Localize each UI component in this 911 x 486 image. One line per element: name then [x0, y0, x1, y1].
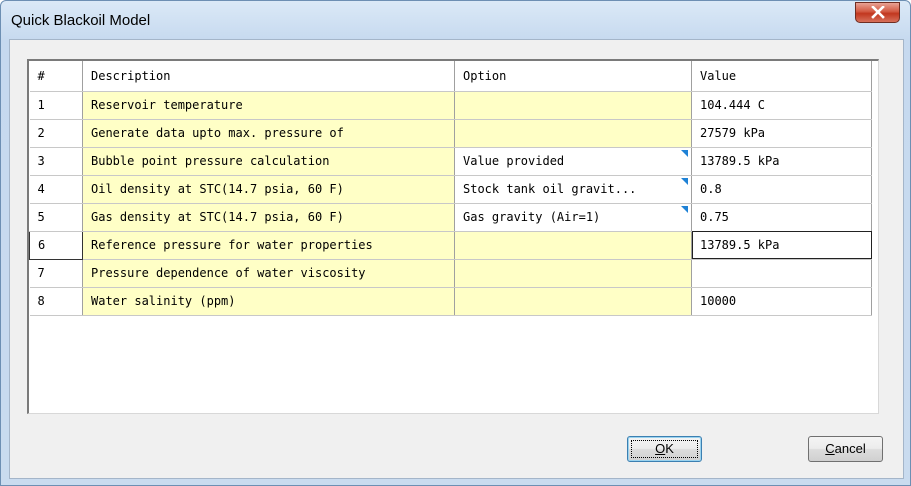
value-cell[interactable]	[691, 259, 872, 288]
option-text: Value provided	[463, 154, 565, 168]
description-text: Reference pressure for water properties	[91, 238, 373, 252]
row-number-cell[interactable]: 4	[29, 175, 83, 204]
row-number-text: 4	[37, 182, 45, 196]
value-text: 10000	[700, 294, 737, 308]
description-cell: Water salinity (ppm)	[82, 287, 455, 316]
header-value[interactable]: Value	[691, 61, 872, 92]
table-row[interactable]: 6 Reference pressure for water properties…	[29, 230, 872, 260]
header-option[interactable]: Option	[454, 61, 692, 92]
value-text: 27579 kPa	[700, 126, 766, 140]
description-text: Pressure dependence of water viscosity	[91, 266, 366, 280]
value-cell[interactable]: 0.75	[691, 203, 872, 232]
description-text: Generate data upto max. pressure of	[91, 126, 344, 140]
table-row[interactable]: 5 Gas density at STC(14.7 psia, 60 F) Gas …	[29, 203, 872, 232]
table-row[interactable]: 4 Oil density at STC(14.7 psia, 60 F) Stoc…	[29, 175, 872, 204]
row-number-text: 5	[37, 210, 45, 224]
value-text: 104.444 C	[700, 98, 766, 112]
option-text: Gas gravity (Air=1)	[463, 210, 601, 224]
dialog-window: Quick Blackoil Model # Description Optio…	[0, 0, 911, 486]
description-cell: Bubble point pressure calculation	[82, 147, 455, 176]
table-row[interactable]: 7 Pressure dependence of water viscosity	[29, 259, 872, 288]
description-cell: Gas density at STC(14.7 psia, 60 F)	[82, 203, 455, 232]
cancel-mnemonic: C	[825, 441, 835, 456]
description-text: Reservoir temperature	[91, 98, 243, 112]
table-row[interactable]: 8 Water salinity (ppm) 10000	[29, 287, 872, 316]
value-cell[interactable]: 13789.5 kPa	[691, 147, 872, 176]
value-text: 13789.5 kPa	[700, 154, 780, 168]
dialog-body: # Description Option Value 1 Reservoir te…	[9, 39, 904, 479]
value-cell[interactable]: 10000	[691, 287, 872, 316]
row-number-text: 7	[37, 266, 45, 280]
description-text: Gas density at STC(14.7 psia, 60 F)	[91, 210, 344, 224]
row-number-cell[interactable]: 3	[29, 147, 83, 176]
option-cell[interactable]: Value provided	[454, 147, 692, 176]
title-bar[interactable]: Quick Blackoil Model	[1, 1, 910, 39]
description-cell: Pressure dependence of water viscosity	[82, 259, 455, 288]
value-cell[interactable]: 104.444 C	[691, 91, 872, 120]
description-cell: Oil density at STC(14.7 psia, 60 F)	[82, 175, 455, 204]
header-row: # Description Option Value	[29, 61, 872, 92]
header-number[interactable]: #	[29, 61, 83, 92]
description-cell: Reference pressure for water properties	[82, 231, 455, 260]
value-cell[interactable]: 0.8	[691, 175, 872, 204]
option-cell[interactable]	[454, 91, 692, 120]
cancel-label: ancel	[834, 441, 866, 456]
ok-label: K	[665, 441, 674, 456]
ok-button[interactable]: OK	[627, 436, 702, 462]
option-cell[interactable]: Gas gravity (Air=1)	[454, 203, 692, 232]
row-number-cell[interactable]: 8	[29, 287, 83, 316]
option-cell[interactable]	[454, 119, 692, 148]
description-cell: Generate data upto max. pressure of	[82, 119, 455, 148]
cancel-button[interactable]: Cancel	[808, 436, 883, 462]
window-title: Quick Blackoil Model	[11, 12, 151, 29]
option-cell[interactable]	[454, 287, 692, 316]
description-cell: Reservoir temperature	[82, 91, 455, 120]
row-number-text: 8	[37, 294, 45, 308]
header-description[interactable]: Description	[82, 61, 455, 92]
ok-mnemonic: O	[655, 441, 666, 456]
row-number-text: 6	[38, 238, 46, 252]
row-number-text: 2	[37, 126, 45, 140]
description-text: Water salinity (ppm)	[91, 294, 236, 308]
value-text: 0.75	[700, 210, 729, 224]
description-text: Bubble point pressure calculation	[91, 154, 330, 168]
row-number-cell[interactable]: 6	[29, 230, 83, 260]
description-text: Oil density at STC(14.7 psia, 60 F)	[91, 182, 344, 196]
close-button[interactable]	[855, 2, 900, 23]
option-cell[interactable]	[454, 259, 692, 288]
option-cell[interactable]: Stock tank oil gravit...	[454, 175, 692, 204]
grid-container: # Description Option Value 1 Reservoir te…	[27, 59, 884, 418]
option-cell[interactable]	[454, 231, 692, 260]
value-text: 13789.5 kPa	[700, 238, 780, 252]
row-number-cell[interactable]: 2	[29, 119, 83, 148]
close-icon	[871, 6, 885, 19]
grid-scroll-area[interactable]: # Description Option Value 1 Reservoir te…	[27, 59, 879, 414]
row-number-cell[interactable]: 1	[29, 91, 83, 120]
table-row[interactable]: 2 Generate data upto max. pressure of 2757…	[29, 119, 872, 148]
value-cell[interactable]: 27579 kPa	[691, 119, 872, 148]
table-row[interactable]: 3 Bubble point pressure calculation Value …	[29, 147, 872, 176]
properties-grid: # Description Option Value 1 Reservoir te…	[29, 61, 872, 316]
row-number-text: 3	[37, 154, 45, 168]
row-number-cell[interactable]: 5	[29, 203, 83, 232]
dropdown-marker-icon[interactable]	[681, 149, 688, 157]
dropdown-marker-icon[interactable]	[681, 205, 688, 213]
option-text: Stock tank oil gravit...	[463, 182, 637, 196]
value-cell[interactable]: 13789.5 kPa	[691, 231, 872, 260]
row-number-text: 1	[37, 98, 45, 112]
dropdown-marker-icon[interactable]	[681, 177, 688, 185]
value-text: 0.8	[700, 182, 722, 196]
row-number-cell[interactable]: 7	[29, 259, 83, 288]
table-row[interactable]: 1 Reservoir temperature 104.444 C	[29, 91, 872, 120]
